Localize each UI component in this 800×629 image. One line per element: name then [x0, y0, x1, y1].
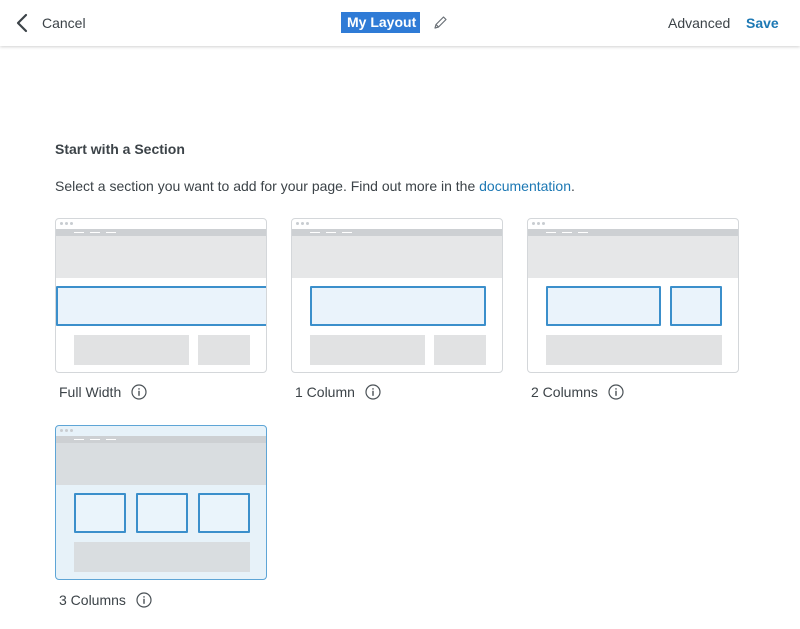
- section-option-1-column[interactable]: [291, 218, 503, 373]
- option-label-1-column: 1 Column: [295, 384, 355, 400]
- preview-navbar: [528, 229, 738, 236]
- section-option-full-width[interactable]: [55, 218, 267, 373]
- info-icon[interactable]: [136, 592, 152, 608]
- preview-section-column: [74, 493, 126, 533]
- window-dots: [296, 222, 309, 225]
- section-option-3-columns[interactable]: [55, 425, 267, 580]
- preview-block: [310, 335, 425, 365]
- preview-hero: [56, 443, 266, 485]
- save-button[interactable]: Save: [746, 15, 779, 31]
- preview-section-column: [198, 493, 250, 533]
- preview-section-column: [546, 286, 661, 326]
- documentation-link[interactable]: documentation: [479, 178, 571, 194]
- info-icon[interactable]: [608, 384, 624, 400]
- section-heading: Start with a Section: [55, 141, 185, 157]
- preview-navbar: [292, 229, 502, 236]
- option-caption: 3 Columns: [59, 592, 152, 608]
- preview-hero: [292, 236, 502, 278]
- option-caption: 1 Column: [295, 384, 381, 400]
- preview-block: [546, 335, 722, 365]
- preview-block: [74, 335, 189, 365]
- preview-navbar: [56, 229, 266, 236]
- window-dots: [60, 222, 73, 225]
- cancel-label: Cancel: [42, 15, 86, 31]
- preview-section-column: [136, 493, 188, 533]
- preview-navbar: [56, 436, 266, 443]
- preview-block: [198, 335, 250, 365]
- preview-section-full: [56, 286, 266, 326]
- option-caption: 2 Columns: [531, 384, 624, 400]
- preview-section-column: [310, 286, 486, 326]
- cancel-button[interactable]: Cancel: [16, 11, 86, 35]
- preview-hero: [56, 236, 266, 278]
- preview-section-column: [670, 286, 722, 326]
- layout-title-field[interactable]: My Layout: [341, 12, 421, 33]
- window-dots: [532, 222, 545, 225]
- option-label-3-columns: 3 Columns: [59, 592, 126, 608]
- section-description: Select a section you want to add for you…: [55, 178, 575, 194]
- top-bar: Cancel My Layout Advanced Save: [0, 0, 800, 46]
- preview-block: [74, 542, 250, 572]
- description-text: Select a section you want to add for you…: [55, 178, 480, 194]
- pencil-icon[interactable]: [432, 15, 448, 31]
- window-dots: [60, 429, 73, 432]
- description-period: .: [570, 178, 575, 194]
- advanced-button[interactable]: Advanced: [668, 15, 730, 31]
- option-label-2-columns: 2 Columns: [531, 384, 598, 400]
- section-option-2-columns[interactable]: [527, 218, 739, 373]
- option-caption: Full Width: [59, 384, 147, 400]
- preview-block: [434, 335, 486, 365]
- preview-hero: [528, 236, 738, 278]
- chevron-left-icon: [16, 13, 28, 33]
- info-icon[interactable]: [365, 384, 381, 400]
- option-label-full-width: Full Width: [59, 384, 122, 400]
- info-icon[interactable]: [131, 384, 147, 400]
